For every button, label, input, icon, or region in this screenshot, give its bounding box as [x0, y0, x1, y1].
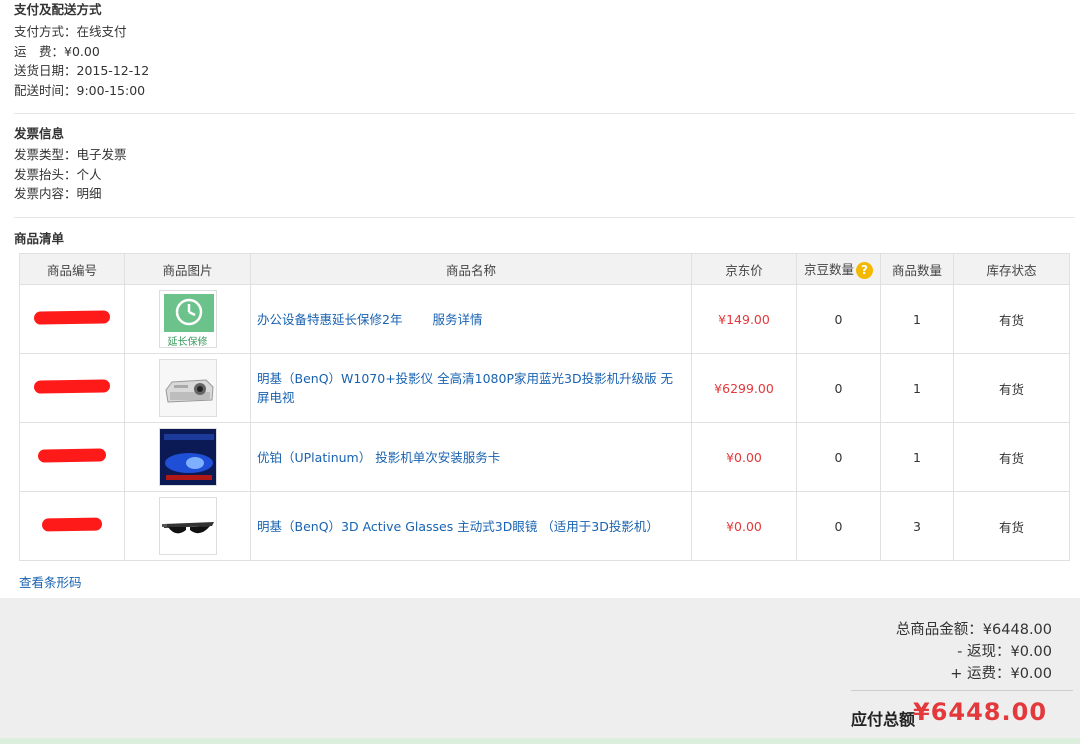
stock-cell: 有货: [953, 491, 1070, 561]
stock-cell: 有货: [953, 353, 1070, 423]
beans-cell: 0: [796, 491, 881, 561]
product-link[interactable]: 明基（BenQ）W1070+投影仪 全高清1080P家用蓝光3D投影机升级版 无…: [257, 371, 673, 405]
col-qty: 商品数量: [880, 253, 954, 285]
redacted-sku: [41, 517, 103, 532]
total-goods-amount: 总商品金额：¥6448.00: [895, 622, 1052, 638]
goods-section-title: 商品清单: [14, 231, 65, 246]
price-cell: ¥0.00: [691, 491, 797, 561]
delivery-time: 配送时间：9:00-15:00: [14, 82, 146, 98]
sku-cell: [19, 491, 125, 561]
col-image: 商品图片: [124, 253, 251, 285]
payment-section-title: 支付及配送方式: [14, 2, 102, 17]
qty-cell: 1: [880, 284, 954, 354]
payment-method: 支付方式：在线支付: [14, 24, 127, 39]
table-row: 明基（BenQ）3D Active Glasses 主动式3D眼镜 （适用于3D…: [19, 491, 1070, 561]
product-name-cell: 明基（BenQ）3D Active Glasses 主动式3D眼镜 （适用于3D…: [250, 491, 692, 561]
image-cell: [124, 422, 251, 492]
payable-label: 应付总额: [851, 710, 916, 729]
qty-cell: 3: [880, 491, 954, 561]
table-row: 明基（BenQ）W1070+投影仪 全高清1080P家用蓝光3D投影机升级版 无…: [19, 353, 1070, 423]
warranty-thumb-label: 延长保修: [167, 337, 208, 348]
goods-table-header: 商品编号 商品图片 商品名称 京东价 京豆数量? 商品数量 库存状态: [19, 253, 1070, 285]
order-detail-page: 支付及配送方式 支付方式：在线支付 运 费：¥0.00 送货日期：2015-12…: [0, 0, 1080, 744]
shipping-fee: 运 费：¥0.00: [14, 43, 100, 59]
product-name-cell: 办公设备特惠延长保修2年 服务详情: [250, 284, 692, 354]
summary-divider: [851, 690, 1073, 691]
qty-cell: 1: [880, 422, 954, 492]
table-row: 延长保修 办公设备特惠延长保修2年 服务详情 ¥149.00 0 1 有货: [19, 284, 1070, 354]
image-cell: [124, 353, 251, 423]
payable-value: ¥6448.00: [913, 698, 1048, 726]
projector-thumbnail[interactable]: [158, 359, 217, 417]
col-price: 京东价: [691, 253, 797, 285]
sku-cell: [19, 353, 125, 423]
price-cell: ¥149.00: [691, 284, 797, 354]
product-link[interactable]: 明基（BenQ）3D Active Glasses 主动式3D眼镜 （适用于3D…: [257, 519, 659, 534]
redacted-sku: [37, 448, 107, 463]
install-card-icon: [159, 429, 216, 485]
price-cell: ¥6299.00: [691, 353, 797, 423]
bottom-strip: [0, 738, 1080, 744]
sku-cell: [19, 284, 125, 354]
redacted-sku: [33, 310, 111, 325]
invoice-section: 发票信息 发票类型：电子发票 发票抬头：个人 发票内容：明细: [14, 124, 1075, 204]
stock-cell: 有货: [953, 284, 1070, 354]
glasses-thumbnail[interactable]: [158, 497, 217, 555]
payment-section: 支付及配送方式 支付方式：在线支付 运 费：¥0.00 送货日期：2015-12…: [14, 0, 1075, 100]
view-barcode-link[interactable]: 查看条形码: [19, 572, 82, 591]
install-card-thumbnail[interactable]: [158, 428, 217, 486]
beans-cell: 0: [796, 422, 881, 492]
col-name: 商品名称: [250, 253, 692, 285]
col-beans: 京豆数量?: [796, 253, 881, 285]
goods-section: 商品清单: [14, 229, 1075, 249]
product-link[interactable]: 优铂（UPlatinum） 投影机单次安装服务卡: [257, 450, 500, 465]
image-cell: 延长保修: [124, 284, 251, 354]
order-summary: 总商品金额：¥6448.00 - 返现：¥0.00 + 运费：¥0.00 应付总…: [0, 598, 1080, 744]
col-sku: 商品编号: [19, 253, 125, 285]
product-link[interactable]: 办公设备特惠延长保修2年: [257, 312, 402, 327]
section-divider: [14, 217, 1075, 218]
beans-cell: 0: [796, 284, 881, 354]
invoice-header: 发票抬头：个人: [14, 166, 102, 182]
product-name-cell: 明基（BenQ）W1070+投影仪 全高清1080P家用蓝光3D投影机升级版 无…: [250, 353, 692, 423]
stock-cell: 有货: [953, 422, 1070, 492]
question-icon[interactable]: ?: [856, 262, 873, 279]
table-row: 优铂（UPlatinum） 投影机单次安装服务卡 ¥0.00 0 1 有货: [19, 422, 1070, 492]
beans-cell: 0: [796, 353, 881, 423]
sku-cell: [19, 422, 125, 492]
cashback-amount: - 返现：¥0.00: [957, 644, 1052, 660]
section-divider: [14, 113, 1075, 114]
redacted-sku: [33, 379, 111, 394]
product-name-cell: 优铂（UPlatinum） 投影机单次安装服务卡: [250, 422, 692, 492]
goods-table: 商品编号 商品图片 商品名称 京东价 京豆数量? 商品数量 库存状态 延长保修 …: [19, 253, 1070, 561]
invoice-section-title: 发票信息: [14, 126, 65, 141]
invoice-content: 发票内容：明细: [14, 186, 102, 201]
price-cell: ¥0.00: [691, 422, 797, 492]
glasses-icon: [159, 498, 216, 554]
col-stock: 库存状态: [953, 253, 1070, 285]
projector-icon: [159, 360, 216, 416]
warranty-thumbnail[interactable]: 延长保修: [158, 290, 217, 348]
service-detail-link[interactable]: 服务详情: [432, 312, 482, 327]
invoice-type: 发票类型：电子发票: [14, 147, 127, 162]
freight-amount: + 运费：¥0.00: [950, 666, 1052, 682]
delivery-date: 送货日期：2015-12-12: [14, 63, 150, 78]
qty-cell: 1: [880, 353, 954, 423]
image-cell: [124, 491, 251, 561]
col-beans-label: 京豆数量: [803, 262, 854, 277]
